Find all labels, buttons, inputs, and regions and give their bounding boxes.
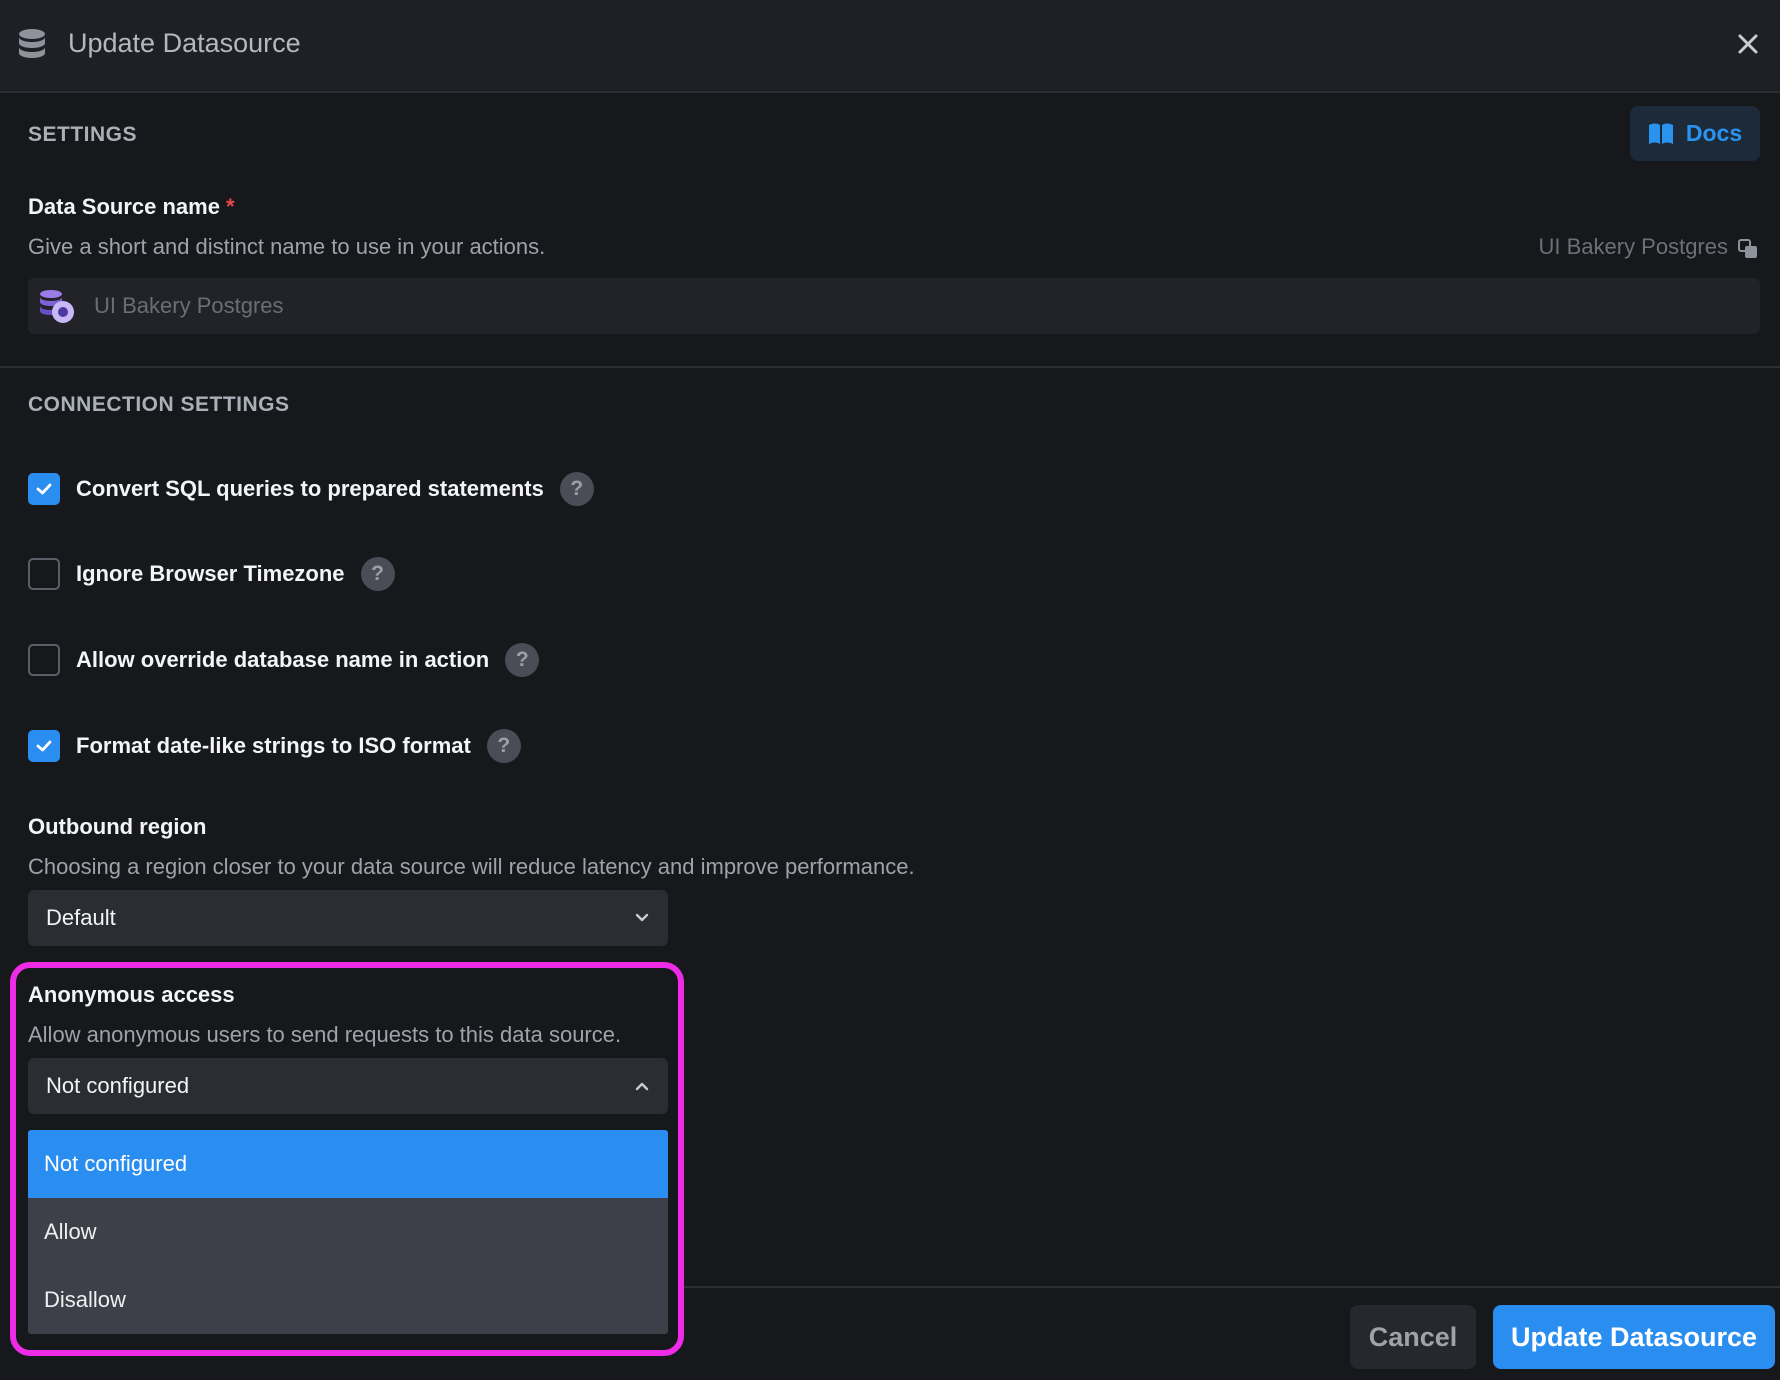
- checkbox-label[interactable]: Format date-like strings to ISO format: [76, 733, 471, 759]
- dropdown-option-not-configured[interactable]: Not configured: [28, 1130, 668, 1198]
- help-icon[interactable]: ?: [505, 643, 540, 677]
- dropdown-option-disallow[interactable]: Disallow: [28, 1266, 668, 1334]
- dropdown-option-allow[interactable]: Allow: [28, 1198, 668, 1266]
- checkbox-override-db-name[interactable]: [28, 644, 60, 676]
- checkbox-row-iso-format[interactable]: Format date-like strings to ISO format ?: [28, 729, 521, 763]
- checkbox-row-ignore-timezone[interactable]: Ignore Browser Timezone ?: [28, 557, 395, 591]
- anonymous-access-hint: Allow anonymous users to send requests t…: [28, 1022, 622, 1047]
- docs-button[interactable]: Docs: [1630, 106, 1760, 161]
- required-mark: *: [225, 194, 235, 219]
- checkbox-label[interactable]: Ignore Browser Timezone: [76, 561, 345, 587]
- connection-settings-title: CONNECTION SETTINGS: [28, 393, 290, 416]
- section-divider: [0, 366, 1780, 368]
- outbound-region-select[interactable]: Default: [28, 890, 668, 946]
- checkmark-icon: [36, 483, 52, 495]
- postgres-icon: [40, 290, 74, 323]
- book-icon: [1648, 123, 1673, 144]
- checkbox-row-override-db-name[interactable]: Allow override database name in action ?: [28, 643, 540, 677]
- checkbox-label[interactable]: Convert SQL queries to prepared statemen…: [76, 476, 544, 502]
- cancel-button[interactable]: Cancel: [1350, 1305, 1476, 1369]
- close-icon[interactable]: [1736, 32, 1760, 56]
- footer-divider: [684, 1286, 1780, 1288]
- checkbox-row-prepared-statements[interactable]: Convert SQL queries to prepared statemen…: [28, 472, 594, 506]
- database-icon: [19, 29, 45, 58]
- anonymous-access-value: Not configured: [46, 1073, 190, 1098]
- modal-header: Update Datasource: [0, 0, 1780, 93]
- outbound-region-value: Default: [46, 905, 116, 930]
- help-icon[interactable]: ?: [360, 557, 395, 591]
- outbound-region-label: Outbound region: [28, 814, 207, 839]
- update-datasource-button[interactable]: Update Datasource: [1493, 1305, 1775, 1369]
- checkmark-icon: [36, 740, 52, 752]
- current-name-value: UI Bakery Postgres: [1538, 234, 1728, 259]
- checkbox-label[interactable]: Allow override database name in action: [76, 647, 489, 673]
- chevron-down-icon: [635, 913, 649, 922]
- copy-icon[interactable]: [1737, 238, 1759, 260]
- docs-label: Docs: [1685, 120, 1743, 146]
- help-icon[interactable]: ?: [559, 472, 594, 506]
- outbound-region-hint: Choosing a region closer to your data so…: [28, 854, 915, 879]
- data-source-name-field[interactable]: [28, 278, 1760, 334]
- chevron-up-icon: [635, 1082, 649, 1091]
- anonymous-access-label: Anonymous access: [28, 982, 235, 1007]
- data-source-name-label: Data Source name *: [28, 194, 235, 220]
- data-source-name-hint: Give a short and distinct name to use in…: [28, 234, 546, 259]
- settings-section-title: SETTINGS: [28, 123, 138, 146]
- modal-title: Update Datasource: [68, 28, 301, 58]
- anonymous-access-dropdown: Not configured Allow Disallow: [28, 1130, 668, 1334]
- anonymous-access-select[interactable]: Not configured: [28, 1058, 668, 1114]
- data-source-name-text: Data Source name: [28, 194, 220, 219]
- help-icon[interactable]: ?: [486, 729, 521, 763]
- checkbox-ignore-timezone[interactable]: [28, 558, 60, 590]
- data-source-name-input[interactable]: [94, 278, 1734, 334]
- checkbox-prepared-statements[interactable]: [28, 473, 60, 505]
- checkbox-iso-format[interactable]: [28, 730, 60, 762]
